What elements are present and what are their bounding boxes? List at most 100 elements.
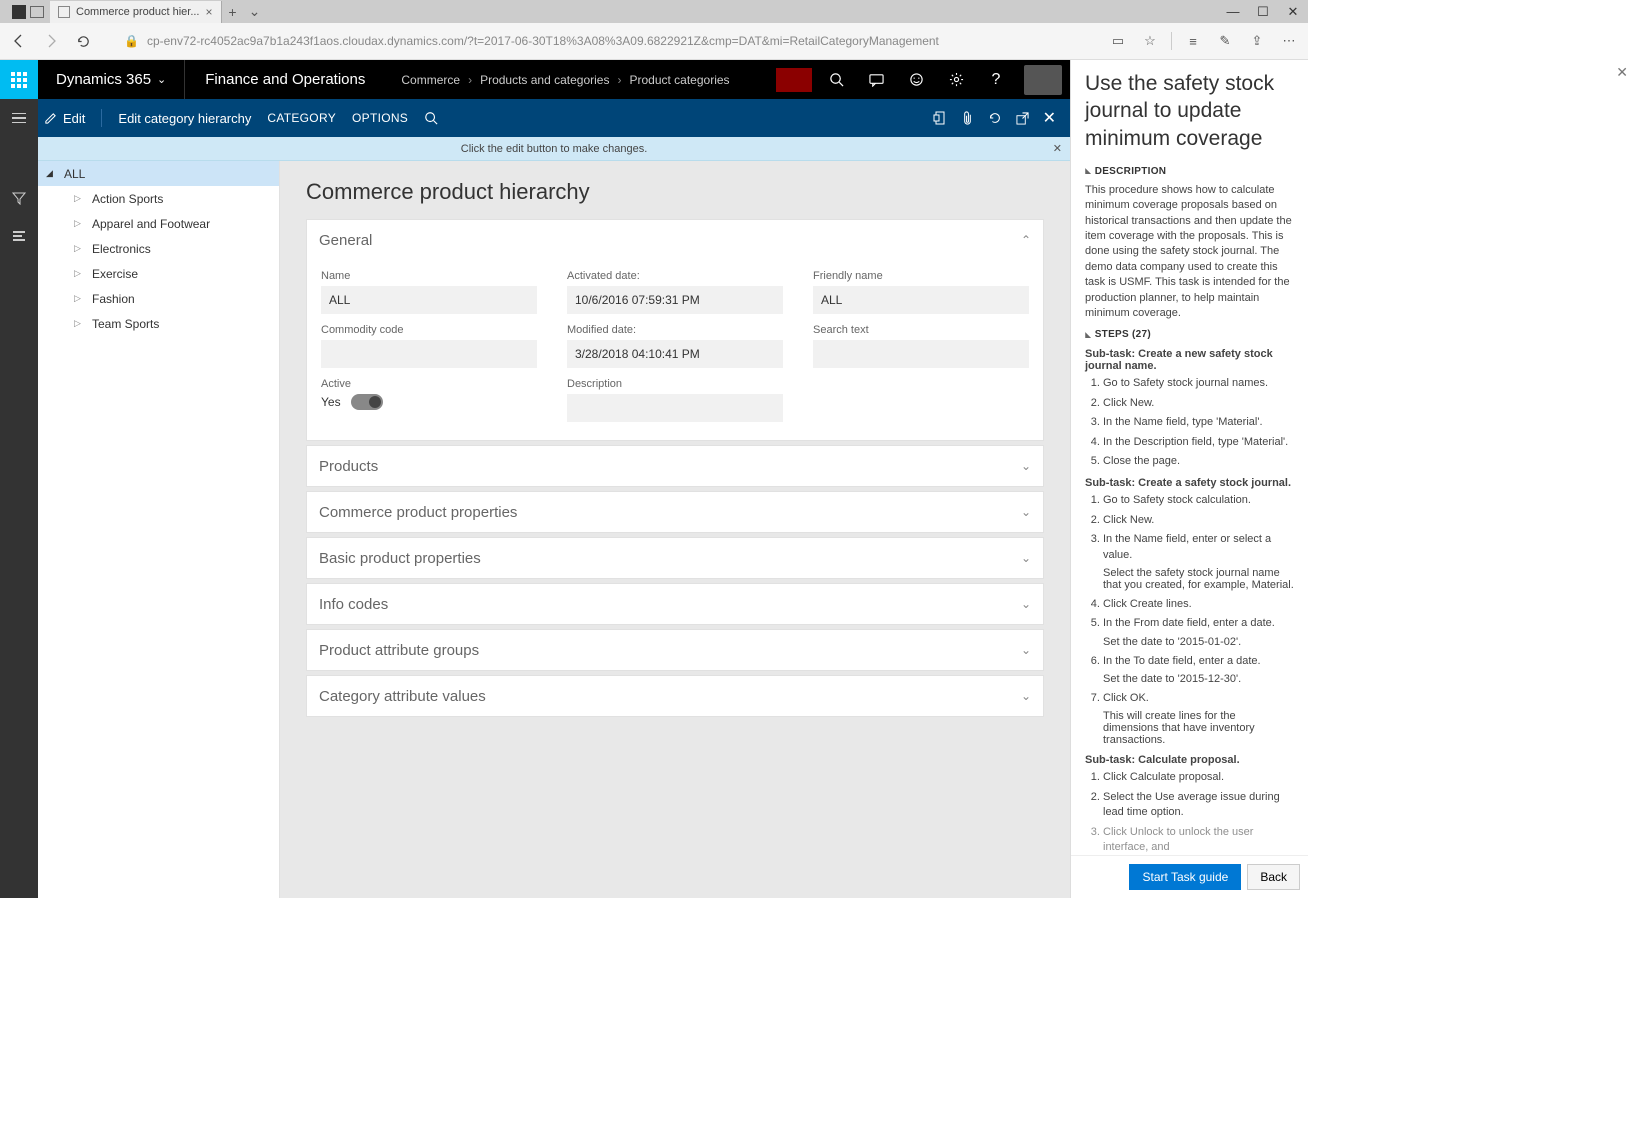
app-launcher[interactable] (0, 60, 38, 99)
refresh-button[interactable] (72, 30, 94, 52)
settings-icon[interactable] (936, 60, 976, 99)
browser-tab[interactable]: Commerce product hier... × (50, 1, 222, 23)
user-avatar[interactable] (1024, 65, 1062, 95)
info-close-icon[interactable]: ✕ (1053, 142, 1062, 155)
activated-field[interactable] (567, 286, 783, 314)
modified-label: Modified date: (567, 324, 783, 336)
new-tab-button[interactable]: + (222, 4, 244, 20)
help-icon[interactable]: ? (976, 60, 1016, 99)
office-icon[interactable] (933, 111, 947, 125)
help-close-icon[interactable]: ✕ (1616, 64, 1628, 81)
window-close[interactable]: ✕ (1278, 4, 1308, 20)
start-task-guide-button[interactable]: Start Task guide (1129, 864, 1241, 890)
breadcrumb: Commerce› Products and categories› Produ… (385, 73, 745, 87)
category-tab[interactable]: CATEGORY (267, 111, 336, 125)
step: In the To date field, enter a date. (1103, 654, 1294, 669)
section-basic-props-header[interactable]: Basic product properties⌄ (307, 538, 1043, 578)
popout-icon[interactable] (1016, 112, 1029, 125)
step: Click Create lines. (1103, 597, 1294, 612)
friendly-label: Friendly name (813, 270, 1029, 282)
more-icon[interactable]: ⋯ (1278, 33, 1300, 49)
chevron-down-icon: ⌄ (1021, 643, 1031, 657)
attach-icon[interactable] (961, 111, 974, 126)
share-icon[interactable]: ⇪ (1246, 33, 1268, 49)
brand-menu[interactable]: Dynamics 365⌄ (38, 71, 184, 88)
section-cat-attr-values-header[interactable]: Category attribute values⌄ (307, 676, 1043, 716)
search-label: Search text (813, 324, 1029, 336)
section-products-header[interactable]: Products⌄ (307, 446, 1043, 486)
favorite-icon[interactable]: ☆ (1139, 33, 1161, 49)
modified-field[interactable] (567, 340, 783, 368)
tree-item[interactable]: ▷Apparel and Footwear (38, 211, 279, 236)
action-pane: Edit Edit category hierarchy CATEGORY OP… (38, 99, 1070, 137)
section-general-header[interactable]: General⌃ (307, 220, 1043, 260)
section-attr-groups-header[interactable]: Product attribute groups⌄ (307, 630, 1043, 670)
window-minimize[interactable]: — (1218, 4, 1248, 19)
help-desc-heading[interactable]: DESCRIPTION (1085, 166, 1294, 177)
forward-button[interactable] (40, 30, 62, 52)
tree-item[interactable]: ▷Exercise (38, 261, 279, 286)
chevron-down-icon: ⌄ (1021, 551, 1031, 565)
subtask-3: Sub-task: Calculate proposal. (1085, 754, 1294, 766)
back-button[interactable]: Back (1247, 864, 1300, 890)
tab-overflow-button[interactable]: ⌄ (244, 3, 266, 20)
search-field[interactable] (813, 340, 1029, 368)
address-bar[interactable]: 🔒 cp-env72-rc4052ac9a7b1a243f1aos.clouda… (124, 34, 1097, 48)
back-button[interactable] (8, 30, 30, 52)
tree-item[interactable]: ▷Team Sports (38, 311, 279, 336)
commodity-field[interactable] (321, 340, 537, 368)
edit-button[interactable]: Edit (44, 111, 85, 126)
close-form-icon[interactable]: ✕ (1043, 108, 1056, 128)
step: Select the Use average issue during lead… (1103, 790, 1294, 821)
crumb-2[interactable]: Products and categories (480, 73, 609, 87)
friendly-field[interactable] (813, 286, 1029, 314)
feedback-icon[interactable] (896, 60, 936, 99)
activated-label: Activated date: (567, 270, 783, 282)
help-steps-heading[interactable]: STEPS (27) (1085, 329, 1294, 340)
window-maximize[interactable]: ☐ (1248, 4, 1278, 20)
help-title: Use the safety stock journal to update m… (1071, 60, 1308, 160)
step: Close the page. (1103, 454, 1294, 469)
name-label: Name (321, 270, 537, 282)
tree-item[interactable]: ▷Action Sports (38, 186, 279, 211)
brand-label: Dynamics 365 (56, 71, 151, 88)
section-info-codes-header[interactable]: Info codes⌄ (307, 584, 1043, 624)
commodity-label: Commodity code (321, 324, 537, 336)
url-text: cp-env72-rc4052ac9a7b1a243f1aos.cloudax.… (147, 34, 939, 48)
tree-root[interactable]: ◢ALL (38, 161, 279, 186)
active-toggle[interactable] (351, 394, 383, 410)
refresh-action-icon[interactable] (988, 111, 1002, 125)
name-field[interactable] (321, 286, 537, 314)
edit-hierarchy-link[interactable]: Edit category hierarchy (118, 111, 251, 126)
related-icon[interactable] (0, 217, 38, 255)
app-icon (12, 5, 26, 19)
step: In the From date field, enter a date. (1103, 616, 1294, 631)
notes-icon[interactable]: ✎ (1214, 33, 1236, 49)
messages-icon[interactable] (856, 60, 896, 99)
nav-hamburger[interactable] (0, 99, 38, 137)
description-field[interactable] (567, 394, 783, 422)
action-search-icon[interactable] (424, 111, 438, 125)
section-commerce-props-header[interactable]: Commerce product properties⌄ (307, 492, 1043, 532)
crumb-1[interactable]: Commerce (401, 73, 460, 87)
hub-icon[interactable]: ≡ (1182, 34, 1204, 49)
chevron-down-icon: ⌄ (1021, 689, 1031, 703)
description-label: Description (567, 378, 783, 390)
section-general: General⌃ Name Activated date: Friendly n… (306, 219, 1044, 441)
tab-title: Commerce product hier... (76, 6, 200, 18)
reading-view-icon[interactable]: ▭ (1107, 33, 1129, 49)
tree-item[interactable]: ▷Fashion (38, 286, 279, 311)
chevron-down-icon: ⌄ (1021, 459, 1031, 473)
step-note: Set the date to '2015-01-02'. (1085, 636, 1294, 648)
crumb-3[interactable]: Product categories (629, 73, 729, 87)
tab-close-icon[interactable]: × (206, 5, 213, 19)
module-title: Finance and Operations (184, 60, 385, 99)
search-icon[interactable] (816, 60, 856, 99)
options-tab[interactable]: OPTIONS (352, 111, 408, 125)
help-panel: ✕ Use the safety stock journal to update… (1070, 60, 1308, 898)
step: In the Name field, enter or select a val… (1103, 532, 1294, 563)
chevron-down-icon: ⌄ (1021, 505, 1031, 519)
filter-icon[interactable] (0, 179, 38, 217)
info-message: Click the edit button to make changes. (461, 143, 648, 155)
tree-item[interactable]: ▷Electronics (38, 236, 279, 261)
